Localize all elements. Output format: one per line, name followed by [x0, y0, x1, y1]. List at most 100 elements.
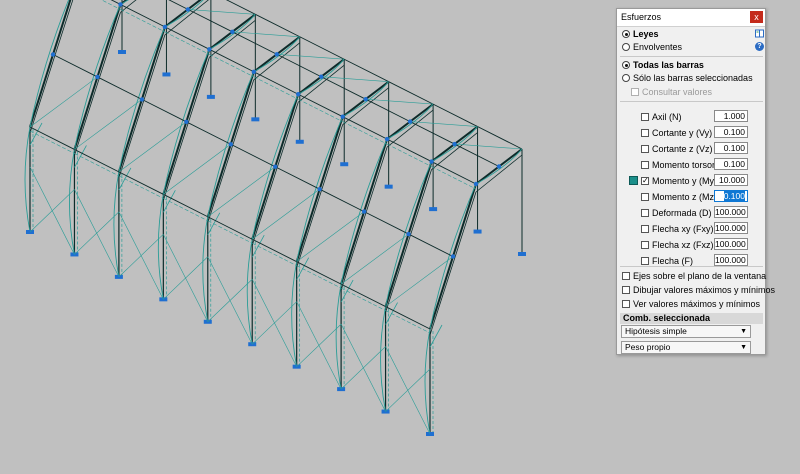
effort-scale-input[interactable]: 100.000 — [714, 206, 748, 218]
radio-all-bars[interactable] — [622, 61, 630, 69]
effort-label: Axil (N) — [652, 112, 682, 122]
purlin — [52, 54, 98, 78]
load-case-select[interactable]: Peso propio ▼ — [621, 341, 751, 354]
effort-checkbox[interactable] — [641, 257, 649, 265]
purlin — [408, 233, 454, 257]
effort-checkbox[interactable] — [641, 161, 649, 169]
effort-scale-input[interactable]: 0.100 — [714, 126, 748, 138]
effort-checkbox[interactable] — [641, 113, 649, 121]
radio-envolventes[interactable] — [622, 43, 630, 51]
effort-checkbox[interactable] — [641, 241, 649, 249]
effort-row[interactable]: Flecha xz (Fxz) — [641, 238, 714, 252]
purlin — [74, 149, 120, 173]
effort-row[interactable]: Cortante z (Vz) — [641, 142, 713, 156]
effort-row[interactable]: Axil (N) — [641, 110, 682, 124]
moment-diagram — [69, 149, 75, 255]
wall-bracing — [385, 346, 431, 435]
scope-all-bars[interactable]: Todas las barras — [622, 58, 704, 72]
scope-selected-bars[interactable]: Sólo las barras seleccionadas — [622, 71, 753, 85]
radio-selected-bars[interactable] — [622, 74, 630, 82]
effort-scale-input[interactable]: 10.000 — [714, 174, 748, 186]
connection-node — [363, 96, 368, 102]
effort-label: Cortante y (Vy) — [652, 128, 713, 138]
purlin — [230, 143, 276, 168]
purlin — [29, 126, 75, 150]
roof-bracing — [365, 98, 434, 105]
combination-type-value: Hipótesis simple — [625, 326, 687, 336]
purlin — [342, 116, 388, 140]
panel-titlebar[interactable]: Esfuerzos x — [617, 9, 765, 27]
connection-node — [407, 119, 413, 124]
effort-label: Momento z (Mz) — [652, 192, 718, 202]
rafter-chord — [431, 132, 478, 170]
connection-node — [50, 52, 56, 57]
moment-diagram — [202, 216, 209, 322]
effort-scale-input[interactable]: 100.000 — [714, 238, 748, 250]
effort-scale-input[interactable]: 1.000 — [714, 110, 748, 122]
purlin — [385, 306, 431, 330]
effort-checkbox[interactable] — [641, 209, 649, 217]
support-base — [295, 139, 304, 144]
mode-envolventes[interactable]: Envolventes — [622, 40, 682, 54]
effort-checkbox[interactable] — [641, 225, 649, 233]
connection-node — [273, 164, 278, 169]
display-option[interactable]: Ejes sobre el plano de la ventana — [622, 269, 766, 283]
connection-node — [496, 164, 502, 169]
purlin — [207, 216, 253, 240]
moment-diagram — [24, 126, 31, 233]
effort-scale-input[interactable]: 100.000 — [714, 254, 748, 266]
purlin — [340, 283, 386, 307]
effort-scale-value: 100.000 — [715, 255, 746, 265]
effort-scale-input[interactable]: 0.100 — [714, 142, 748, 154]
rafter-chord — [475, 154, 523, 193]
display-option-checkbox[interactable] — [622, 300, 630, 308]
purlin — [275, 166, 320, 190]
effort-label: Flecha xy (Fxy) — [652, 224, 714, 234]
effort-checkbox[interactable] — [641, 129, 649, 137]
display-option[interactable]: Dibujar valores máximos y mínimos — [622, 283, 775, 297]
effort-row[interactable]: Momento z (Mz) — [641, 190, 717, 204]
purlin — [118, 171, 164, 195]
help-icon[interactable]: ? — [755, 42, 764, 51]
effort-scale-input[interactable]: 100.000 — [714, 222, 748, 234]
radio-leyes[interactable] — [622, 30, 630, 38]
connection-node — [340, 114, 345, 119]
rafter-chord — [296, 124, 344, 268]
purlin — [454, 143, 500, 167]
effort-checkbox[interactable] — [641, 193, 649, 201]
display-option-checkbox[interactable] — [622, 272, 630, 280]
purlin-diagram — [164, 31, 210, 55]
effort-row[interactable]: ✓ Momento y (My) — [641, 174, 717, 188]
mode-envolventes-label: Envolventes — [633, 42, 683, 52]
effort-checkbox[interactable] — [641, 145, 649, 153]
connection-node — [296, 92, 301, 97]
display-option-checkbox[interactable] — [622, 286, 630, 294]
effort-color-swatch[interactable] — [629, 176, 638, 185]
purlin — [120, 4, 166, 28]
close-button[interactable]: x — [750, 11, 763, 23]
effort-checkbox[interactable]: ✓ — [641, 177, 649, 185]
rafter-chord — [385, 169, 432, 313]
effort-row[interactable]: Cortante y (Vy) — [641, 126, 712, 140]
effort-scale-input[interactable]: 0.100 — [714, 158, 748, 170]
connection-node — [452, 141, 457, 147]
rafter-chord — [253, 42, 301, 81]
support-base — [118, 50, 126, 54]
panel-title: Esfuerzos — [621, 12, 662, 22]
purlin — [363, 211, 409, 235]
purlin-diagram — [340, 287, 386, 311]
purlin-diagram — [253, 76, 299, 100]
rafter-chord — [29, 0, 74, 134]
effort-row[interactable]: Flecha xy (Fxy) — [641, 222, 714, 236]
purlin-diagram — [431, 166, 477, 190]
connection-node — [228, 142, 233, 147]
effort-label: Flecha (F) — [652, 256, 694, 266]
combination-type-select[interactable]: Hipótesis simple ▼ — [621, 325, 751, 338]
effort-scale-input[interactable]: 0.100 — [714, 190, 748, 202]
mode-leyes[interactable]: Leyes — [622, 27, 659, 41]
purlin-diagram — [29, 130, 75, 154]
book-icon[interactable] — [755, 29, 764, 38]
effort-row[interactable]: Deformada (D) — [641, 206, 712, 220]
display-option[interactable]: Ver valores máximos y mínimos — [622, 297, 760, 311]
effort-scale-value: 10.000 — [719, 175, 745, 185]
